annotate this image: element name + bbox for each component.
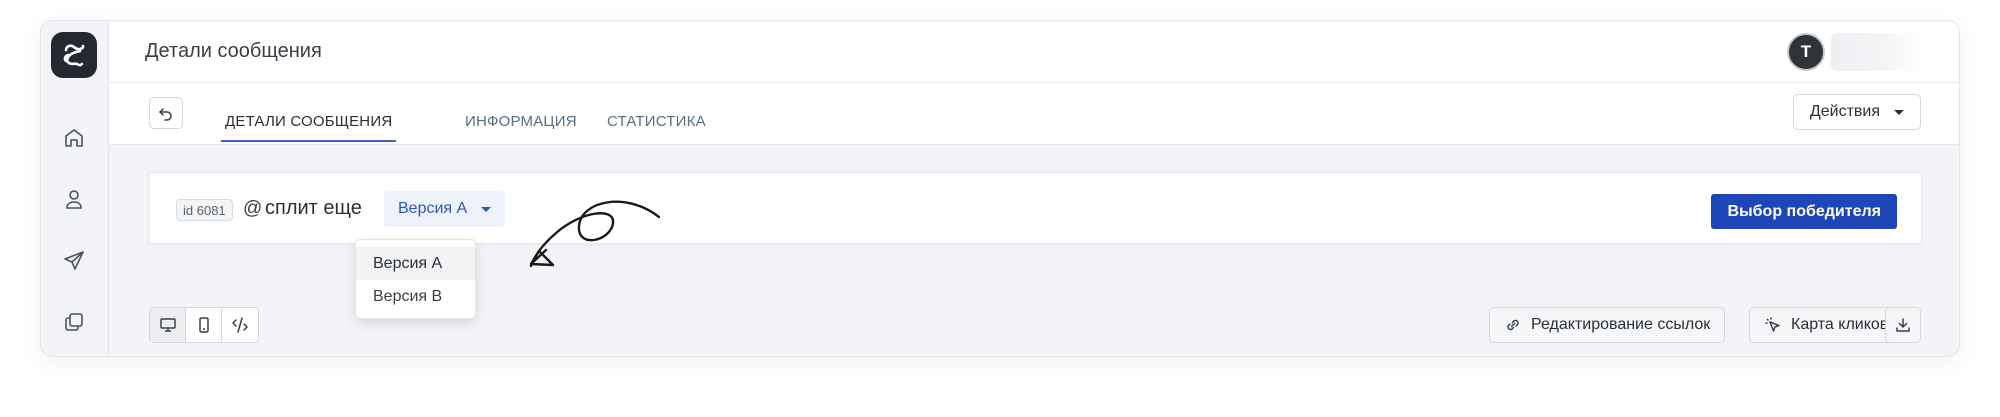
message-name: сплит еще [265,197,362,219]
edit-links-label: Редактирование ссылок [1531,316,1711,333]
page-header: Детали сообщения T [109,21,1959,83]
code-icon [232,317,248,333]
click-map-button[interactable]: Карта кликов [1749,307,1904,343]
user-icon[interactable] [61,186,87,212]
tab-bar: ДЕТАЛИ СООБЩЕНИЯ ИНФОРМАЦИЯ СТАТИСТИКА Д… [109,83,1959,145]
send-icon[interactable] [61,248,87,274]
version-select[interactable]: Версия A [384,191,506,227]
back-button[interactable] [149,97,183,129]
mobile-icon [198,317,209,333]
app-window: Детали сообщения T ДЕТАЛИ СООБЩЕНИЯ ИНФО… [40,20,1960,357]
link-icon [1507,319,1519,331]
version-dropdown-menu: Версия A Версия B [355,239,476,319]
home-icon[interactable] [61,125,87,151]
actions-label: Действия [1809,103,1880,120]
page-title: Детали сообщения [145,40,322,62]
tab-message-details[interactable]: ДЕТАЛИ СООБЩЕНИЯ [221,113,397,142]
caret-down-icon [1894,109,1904,115]
edit-links-button[interactable]: Редактирование ссылок [1489,307,1726,343]
desktop-icon [159,318,176,332]
mobile-preview-button[interactable] [186,308,222,342]
device-preview-toggle [149,307,259,343]
version-option-b[interactable]: Версия B [356,280,475,313]
version-select-value: Версия A [398,200,468,217]
version-option-a[interactable]: Версия A [356,247,475,280]
at-icon: @ [243,198,263,219]
brand-logo-icon[interactable] [51,32,97,78]
tab-statistics[interactable]: СТАТИСТИКА [607,113,706,140]
caret-down-icon [481,206,492,212]
actions-dropdown-button[interactable]: Действия [1792,94,1921,130]
download-button[interactable] [1885,307,1921,343]
sidebar [41,21,109,356]
user-name-blurred[interactable] [1831,33,1923,71]
copy-icon[interactable] [61,309,87,335]
download-icon [1896,318,1910,332]
message-card: id 6081 @ сплит еще Версия A Выбор побед… [149,172,1922,244]
click-map-label: Карта кликов [1791,316,1889,333]
tab-information[interactable]: ИНФОРМАЦИЯ [465,113,577,140]
undo-icon [159,108,172,121]
choose-winner-button[interactable]: Выбор победителя [1711,194,1897,229]
cursor-click-icon [1765,317,1780,332]
code-view-button[interactable] [222,308,258,342]
desktop-preview-button[interactable] [150,308,186,342]
avatar[interactable]: T [1787,33,1825,71]
message-id-badge: id 6081 [176,199,233,221]
